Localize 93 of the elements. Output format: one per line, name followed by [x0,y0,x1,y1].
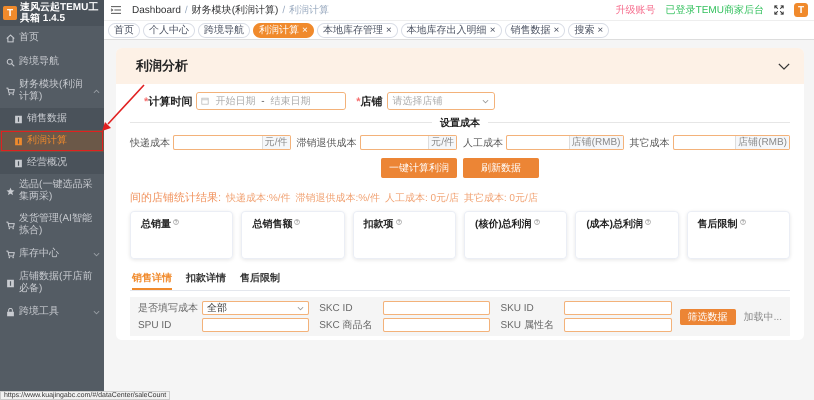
cost-input[interactable]: 元/件 [173,135,290,150]
loading-text: 加载中... [744,310,782,324]
page-tab[interactable]: 本地库存管理 × [316,22,398,38]
filter-label: SKC ID [319,302,354,314]
cart-icon [6,250,15,258]
action-button[interactable]: 一键计算利润 [381,158,457,178]
upgrade-link[interactable]: 升级账号 [616,3,656,17]
annotation-arrow [100,84,146,132]
help-icon[interactable] [396,219,402,225]
detail-tab[interactable]: 销售详情 [132,269,172,290]
breadcrumb-item: 利润计算 [289,4,330,17]
sidebar-subitem[interactable]: 利润计算 [0,130,104,152]
page-tab[interactable]: 跨境导航 [198,22,250,38]
fullscreen-icon[interactable] [774,5,784,15]
filter-label: SKU ID [500,302,535,314]
app-title: 速风云起TEMU工具箱 1.4.5 [20,2,100,24]
stat-title: 总销量 [141,218,171,231]
sidebar-subitem[interactable]: 销售数据 [0,108,104,130]
help-icon[interactable] [740,219,746,225]
stat-title: (成本)总利润 [586,217,643,231]
detail-tab[interactable]: 售后限制 [240,269,280,290]
page-tab[interactable]: 利润计算 × [253,22,314,38]
stat-title: (核价)总利润 [475,217,532,231]
home-icon [6,34,15,42]
page-tab[interactable]: 销售数据 × [504,22,566,38]
sidebar-item[interactable]: 库存中心 [0,242,104,266]
cost-input[interactable]: 店铺(RMB) [506,135,624,150]
avatar[interactable]: T [794,3,808,17]
cost-input[interactable]: 店铺(RMB) [672,135,790,150]
cart-icon [6,220,15,230]
filter-label: SKU 属性名 [500,318,555,332]
cost-label: 其它成本 [630,136,670,150]
login-status: 已登录TEMU商家后台 [666,4,764,17]
filter-label: SPU ID [138,320,172,330]
sidebar-item[interactable]: 选品(一键选品采集两采) [0,174,104,208]
filter-input[interactable] [564,318,672,332]
sidebar-item[interactable]: 财务模块(利润计算) [0,74,104,108]
page-tab[interactable]: 本地库存出入明细 × [400,22,502,38]
detail-tab[interactable]: 扣款详情 [186,269,226,290]
sidebar-item[interactable]: 跨境工具 [0,300,104,324]
dropdown-icon [482,98,489,104]
breadcrumb-item[interactable]: 财务模块(利润计算) [192,3,278,17]
stat-title: 总销售额 [252,217,292,231]
document-icon [14,136,23,146]
document-icon [6,278,15,288]
dropdown-icon [297,306,304,310]
document-icon [14,158,23,168]
search-icon [6,58,15,66]
menu-icon[interactable] [110,5,122,15]
filter-label: 是否填写成本 [138,302,198,315]
help-icon[interactable] [645,219,651,225]
sidebar-item[interactable]: 首页 [0,26,104,50]
field-label: *计算时间 [144,94,192,108]
breadcrumb-item[interactable]: Dashboard [132,4,181,16]
page-tab[interactable]: 个人中心 [143,22,195,38]
section-title: 设置成本 [432,116,488,128]
summary-text: 间的店铺统计结果: 快递成本:%/件 滞销退供成本:%/件 人工成本: 0元/店 其它成本: 0元/店 [130,190,539,205]
logo-icon: T [3,6,17,20]
help-icon[interactable] [173,219,179,225]
stat-title: 售后限制 [698,218,738,231]
page-title: 利润分析 [136,57,188,75]
sidebar-subitem[interactable]: 经营概况 [0,152,104,174]
cart-icon [6,86,15,96]
date-range-field[interactable]: 开始日期 - 结束日期 [196,92,346,110]
action-button[interactable]: 刷新数据 [463,158,539,178]
sidebar-item[interactable]: 发货管理(AI智能拣合) [0,208,104,242]
document-icon [14,114,23,124]
sidebar-item[interactable]: 店铺数据(开店前必备) [0,266,104,300]
filter-input[interactable] [383,318,490,332]
cost-label: 滞销退供成本 [296,136,356,150]
shop-select[interactable]: 请选择店铺 [386,92,495,110]
page-tab[interactable]: 搜索 × [568,22,610,38]
calendar-icon [201,97,210,105]
page-tab[interactable]: 首页 [108,22,140,38]
stat-title: 扣款项 [364,218,394,231]
star-icon [6,186,15,196]
help-icon[interactable] [294,219,300,225]
filter-input[interactable] [383,301,490,315]
help-icon[interactable] [534,219,540,225]
filter-input[interactable] [202,318,310,332]
breadcrumb-separator: / [282,4,286,16]
breadcrumb-separator: / [184,4,188,16]
filter-button[interactable]: 筛选数据 [680,308,736,324]
filter-label: SKC 商品名 [319,318,374,332]
lock-icon [6,308,15,316]
field-label: *店铺 [356,94,383,108]
filter-input[interactable] [564,301,672,315]
cost-label: 人工成本 [463,136,503,150]
chevron-icon[interactable] [778,62,790,70]
sidebar-item[interactable]: 跨境导航 [0,50,104,74]
cost-input[interactable]: 元/件 [360,135,457,150]
cost-label: 快递成本 [130,136,170,150]
filter-select[interactable]: 全部 [202,301,310,315]
